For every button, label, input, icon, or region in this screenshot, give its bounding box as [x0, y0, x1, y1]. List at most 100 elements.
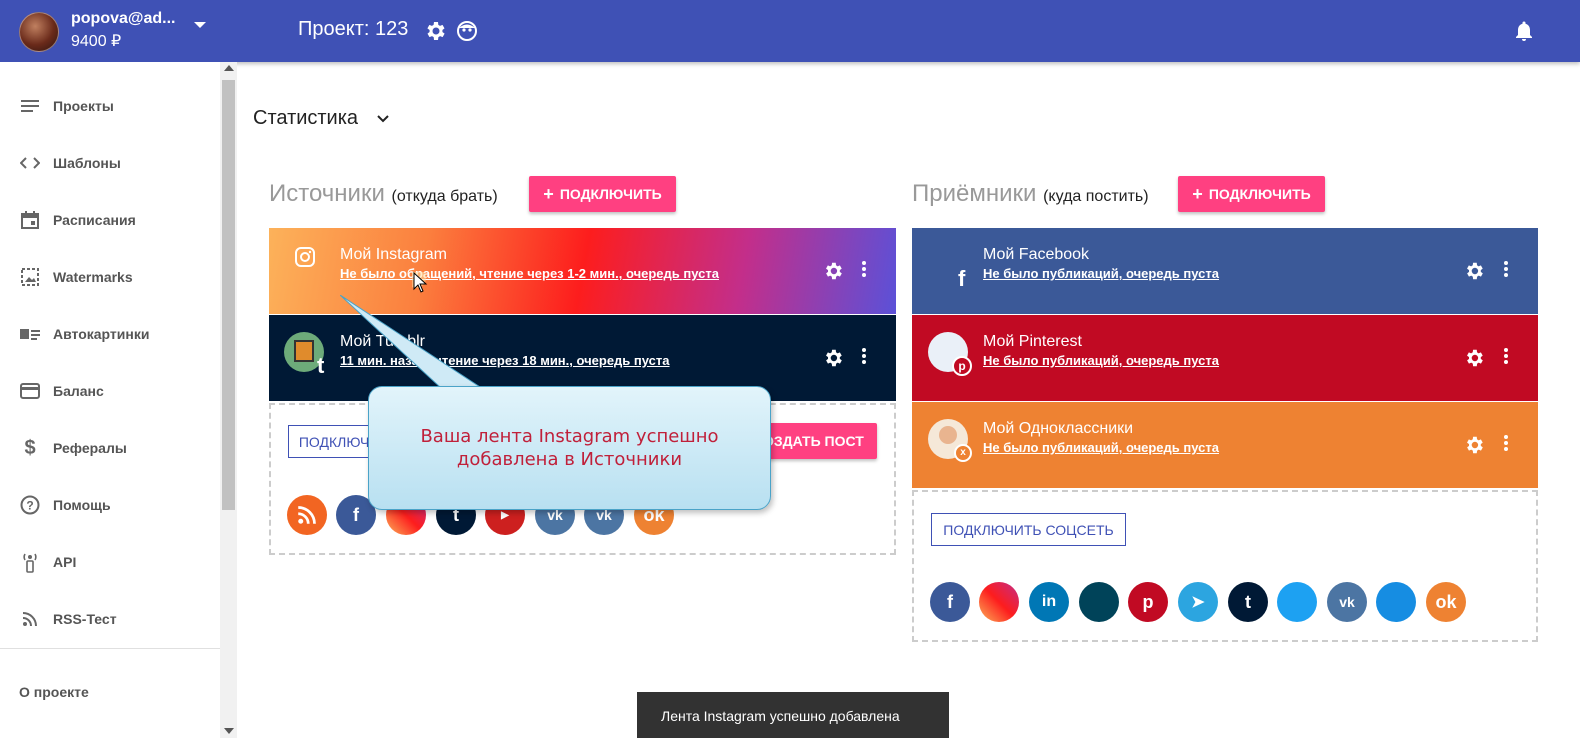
gear-icon[interactable]	[1463, 347, 1485, 369]
sidebar-item-label: Проекты	[53, 98, 114, 114]
source-name: Мой Instagram	[340, 246, 447, 263]
list-icon	[20, 96, 40, 116]
success-tooltip: Ваша лента Instagram успешно добавлена в…	[368, 386, 771, 510]
sidebar-item-rss-test[interactable]: RSS-Тест	[0, 604, 220, 634]
sidebar-item-label: Помощь	[53, 497, 111, 513]
sidebar-item-api[interactable]: API	[0, 547, 220, 577]
picture-text-icon	[20, 324, 40, 344]
sidebar-item-label: Баланс	[53, 383, 104, 399]
sidebar-item-label: Рефералы	[53, 440, 127, 456]
code-icon	[20, 153, 40, 173]
sidebar-item-templates[interactable]: Шаблоны	[0, 148, 220, 178]
face-icon[interactable]	[455, 19, 479, 43]
livejournal-icon[interactable]	[1079, 582, 1119, 622]
gear-icon[interactable]	[1463, 260, 1485, 282]
facebook-icon: f	[958, 266, 966, 291]
sidebar-item-balance[interactable]: Баланс	[0, 376, 220, 406]
plus-icon: +	[543, 183, 554, 204]
instagram-icon	[295, 247, 315, 267]
button-label: ПОДКЛЮЧИТЬ	[1208, 186, 1311, 202]
twitter-icon[interactable]	[1277, 582, 1317, 622]
user-email[interactable]: popova@ad...	[71, 10, 176, 28]
target-card-pinterest[interactable]: p Мой Pinterest Не было публикаций, очер…	[912, 315, 1538, 401]
calendar-icon	[20, 210, 40, 230]
telegram-icon[interactable]: ➤	[1178, 582, 1218, 622]
sources-heading: Источники (откуда брать)	[269, 180, 498, 208]
target-name: Мой Pinterest	[983, 333, 1082, 350]
connect-source-button[interactable]: + ПОДКЛЮЧИТЬ	[529, 176, 676, 212]
about-link[interactable]: О проекте	[19, 684, 89, 700]
targets-heading: Приёмники (куда постить)	[912, 180, 1149, 208]
instagram-icon[interactable]	[979, 582, 1019, 622]
mouse-cursor-icon	[412, 272, 428, 293]
help-icon: ?	[20, 495, 40, 515]
chevron-down-icon[interactable]	[376, 112, 390, 126]
tumblr-icon: t	[317, 353, 325, 378]
more-vert-icon[interactable]	[862, 348, 866, 368]
vk-icon[interactable]: vk	[1327, 582, 1367, 622]
target-card-odnoklassniki[interactable]: x Мой Одноклассники Не было публикаций, …	[912, 402, 1538, 488]
sidebar-item-projects[interactable]: Проекты	[0, 91, 220, 121]
gear-icon[interactable]	[822, 347, 844, 369]
connect-target-button[interactable]: + ПОДКЛЮЧИТЬ	[1178, 176, 1325, 212]
linkedin-icon[interactable]: in	[1029, 582, 1069, 622]
sidebar-item-label: Watermarks	[53, 269, 133, 285]
image-icon	[20, 267, 40, 287]
tooltip-tail	[340, 295, 480, 388]
more-vert-icon[interactable]	[862, 261, 866, 281]
gear-icon[interactable]	[423, 19, 447, 43]
sidebar-item-label: Шаблоны	[53, 155, 121, 171]
tumblr-icon[interactable]: t	[1228, 582, 1268, 622]
sidebar-item-label: Автокартинки	[53, 326, 150, 342]
sources-subtitle: (откуда брать)	[391, 188, 498, 205]
sources-title: Источники	[269, 180, 385, 207]
top-bar: popova@ad... 9400 ₽ Проект: 123	[0, 0, 1580, 62]
target-card-facebook[interactable]: f Мой Facebook Не было публикаций, очере…	[912, 228, 1538, 314]
scroll-thumb[interactable]	[222, 80, 235, 510]
sidebar-item-referrals[interactable]: $ Рефералы	[0, 433, 220, 463]
bell-icon[interactable]	[1512, 19, 1536, 43]
snackbar: Лента Instagram успешно добавлена	[637, 692, 949, 738]
target-status[interactable]: Не было публикаций, очередь пуста	[983, 353, 1219, 368]
user-balance: 9400 ₽	[71, 33, 122, 50]
target-name: Мой Facebook	[983, 246, 1090, 263]
rss-icon[interactable]	[287, 495, 327, 535]
sidebar-scrollbar[interactable]	[220, 62, 237, 738]
project-title: Проект: 123	[298, 18, 409, 40]
odnoklassniki-icon[interactable]: ok	[1426, 582, 1466, 622]
scroll-down-arrow[interactable]	[224, 728, 234, 734]
chevron-down-icon[interactable]	[194, 22, 206, 28]
sidebar-item-watermarks[interactable]: Watermarks	[0, 262, 220, 292]
more-vert-icon[interactable]	[1504, 261, 1508, 281]
dollar-icon: $	[24, 436, 36, 459]
pinterest-icon: p	[952, 356, 972, 376]
target-status[interactable]: Не было публикаций, очередь пуста	[983, 440, 1219, 455]
mailru-icon[interactable]	[1376, 582, 1416, 622]
targets-subtitle: (куда постить)	[1043, 188, 1149, 205]
sidebar-item-schedules[interactable]: Расписания	[0, 205, 220, 235]
targets-title: Приёмники	[912, 180, 1037, 207]
target-name: Мой Одноклассники	[983, 420, 1134, 437]
odnoklassniki-icon: x	[954, 444, 972, 462]
connect-social-button[interactable]: ПОДКЛЮЧИТЬ СОЦСЕТЬ	[931, 513, 1126, 546]
sidebar-item-label: RSS-Тест	[53, 611, 117, 627]
tooltip-line-2: добавлена в Источники	[456, 449, 683, 470]
avatar[interactable]	[19, 12, 59, 52]
button-label: ПОДКЛЮЧИТЬ	[559, 186, 662, 202]
gear-icon[interactable]	[822, 260, 844, 282]
more-vert-icon[interactable]	[1504, 348, 1508, 368]
sidebar-item-help[interactable]: ? Помощь	[0, 490, 220, 520]
facebook-icon[interactable]: f	[930, 582, 970, 622]
scroll-up-arrow[interactable]	[224, 65, 234, 71]
card-icon	[20, 381, 40, 401]
sidebar: Проекты Шаблоны Расписания Watermarks Ав…	[0, 62, 222, 738]
gear-icon[interactable]	[1463, 434, 1485, 456]
tooltip-line-1: Ваша лента Instagram успешно	[420, 426, 719, 447]
svg-text:?: ?	[26, 499, 33, 513]
statistics-toggle[interactable]: Статистика	[253, 107, 358, 130]
source-status[interactable]: Не было обращений, чтение через 1-2 мин.…	[340, 266, 719, 281]
sidebar-item-autopictures[interactable]: Автокартинки	[0, 319, 220, 349]
more-vert-icon[interactable]	[1504, 435, 1508, 455]
pinterest-icon[interactable]: p	[1128, 582, 1168, 622]
target-status[interactable]: Не было публикаций, очередь пуста	[983, 266, 1219, 281]
